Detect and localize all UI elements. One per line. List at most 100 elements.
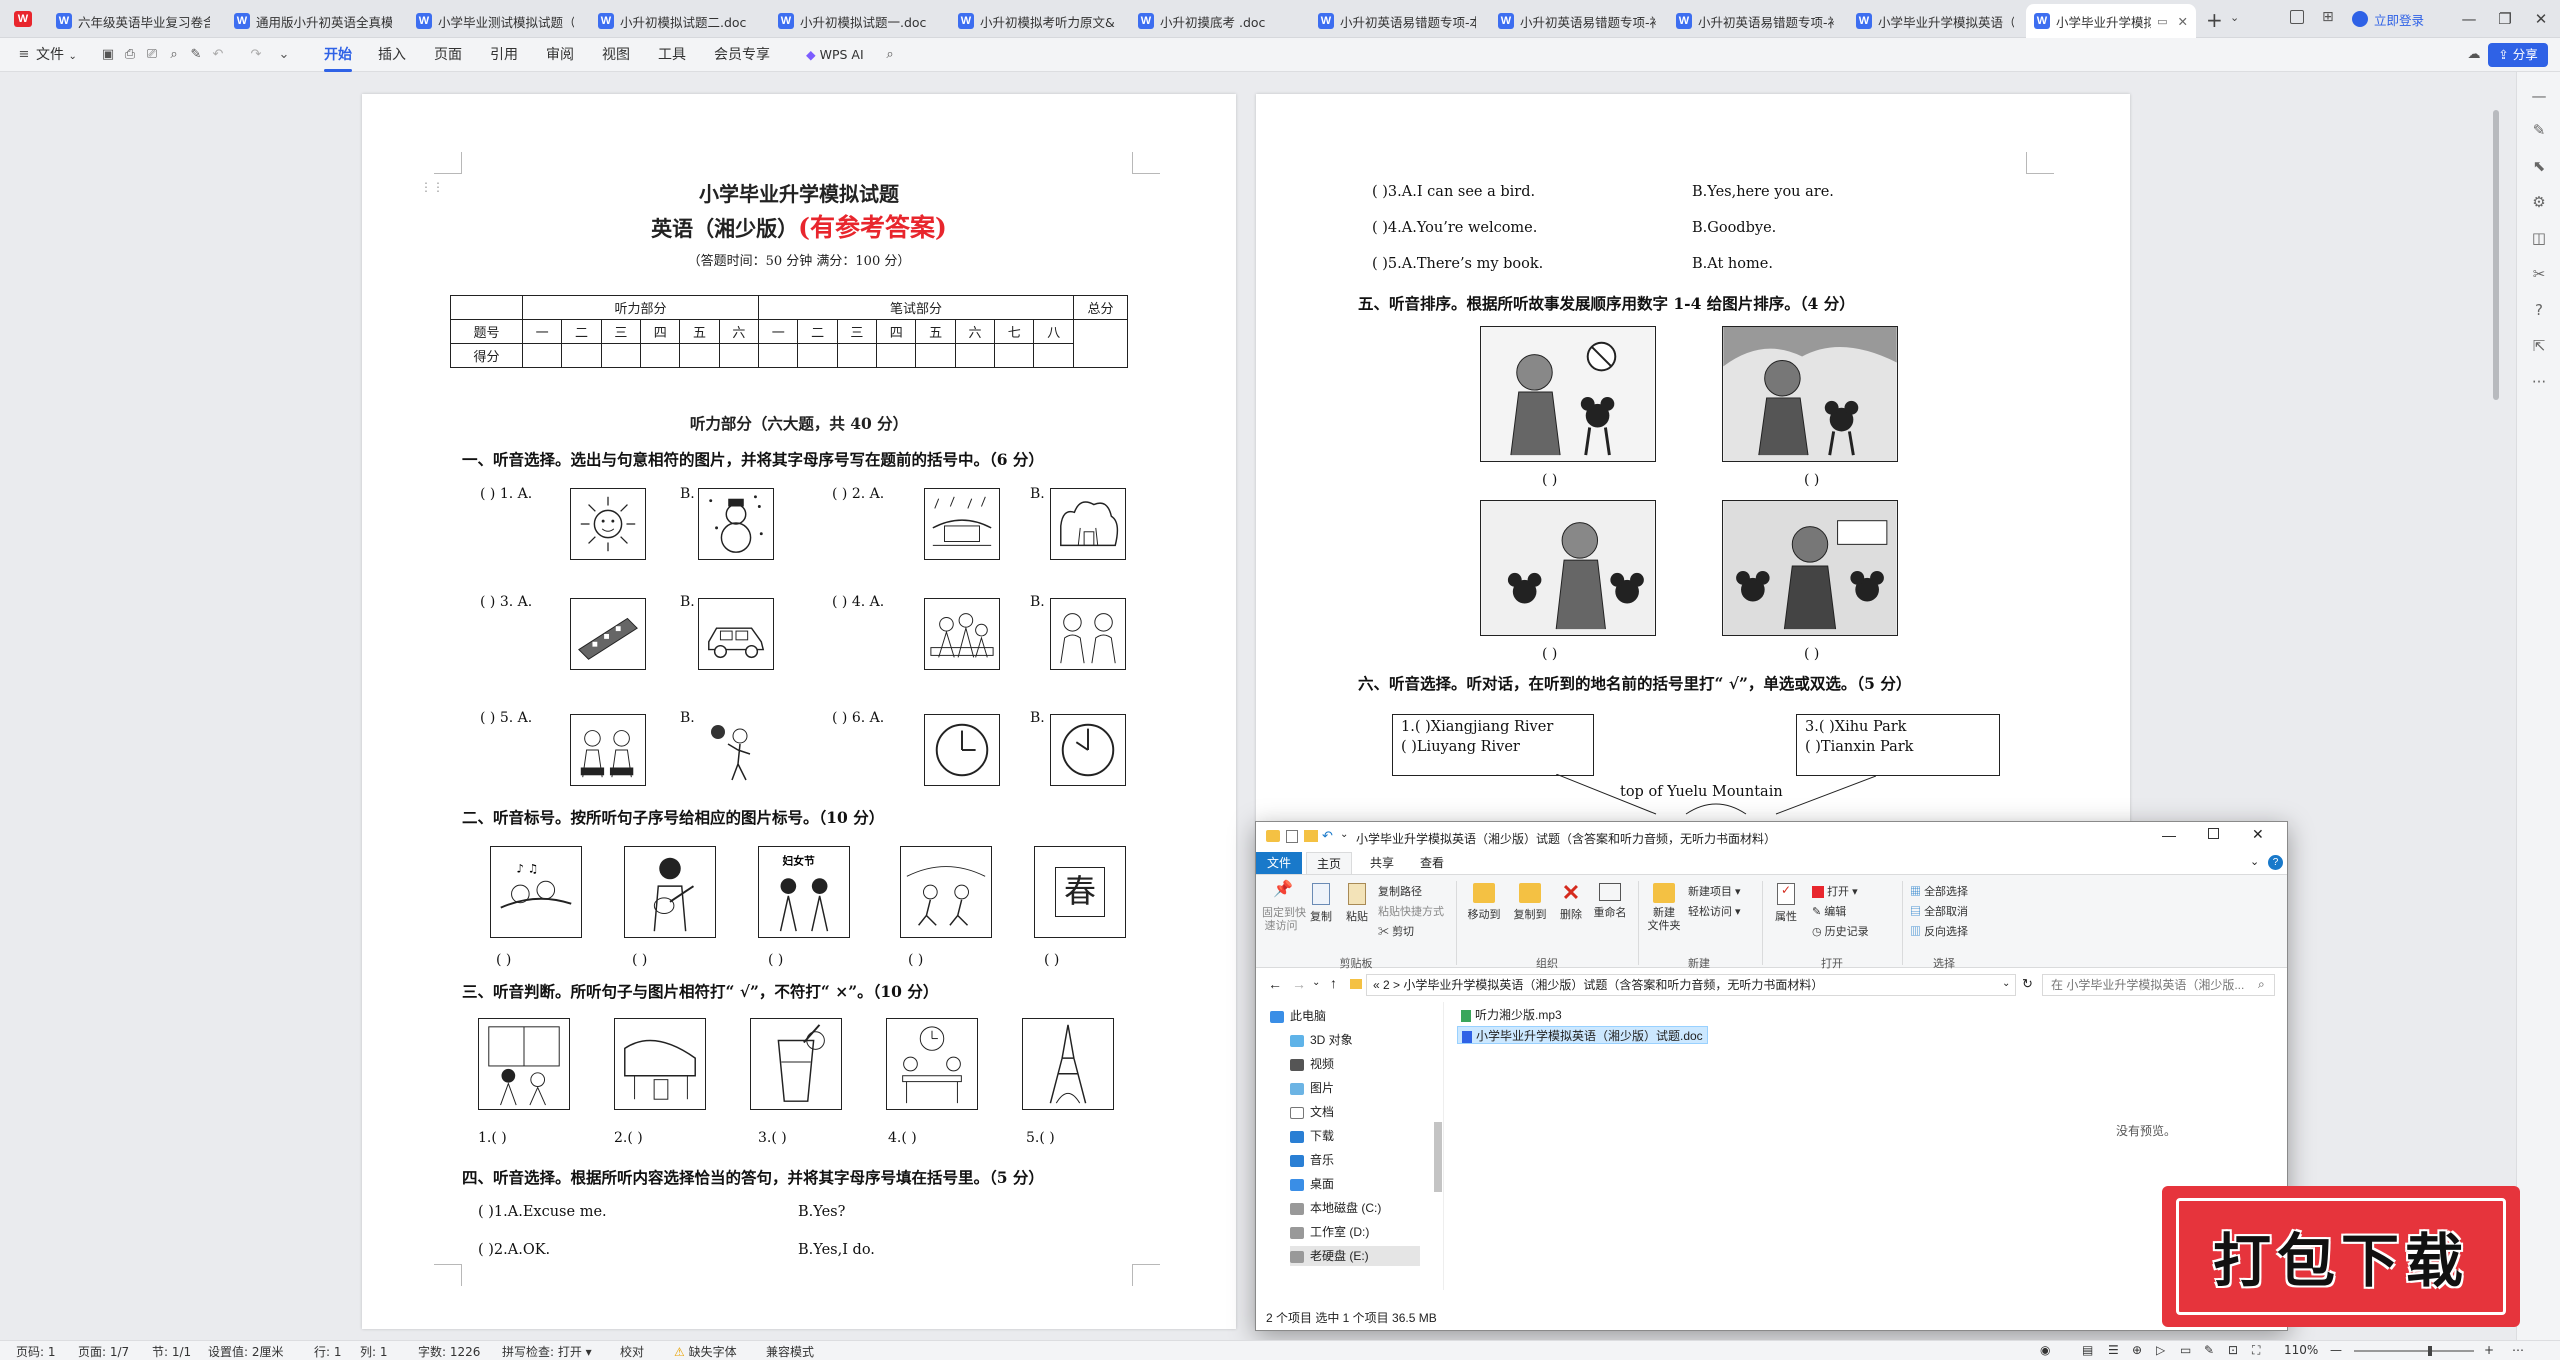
tab-list-chevron-icon[interactable]: ⌄	[2230, 11, 2239, 24]
select-icon[interactable]: ⬉	[2529, 156, 2549, 176]
page-view-icon[interactable]: ▤	[2082, 1343, 2093, 1357]
style-icon[interactable]: ◫	[2529, 228, 2549, 248]
refresh-icon[interactable]: ↻	[2022, 976, 2033, 992]
tab-doc-2[interactable]: W 通用版小升初英语全真模拟	[226, 4, 400, 38]
help-icon[interactable]: ?	[2529, 300, 2549, 320]
move-to-button[interactable]: 移动到	[1464, 883, 1504, 922]
tab-doc-8[interactable]: W 小升初英语易错题专项-本	[1310, 4, 1484, 38]
collapse-icon[interactable]: —	[2529, 86, 2549, 106]
tab-doc-5[interactable]: W 小升初模拟试题一.doc	[770, 4, 944, 38]
window-layout-icon[interactable]	[2290, 10, 2304, 24]
nav-scrollbar[interactable]	[1434, 1122, 1442, 1192]
apps-icon[interactable]: ⊞	[2322, 9, 2334, 25]
search-input[interactable]: 在 小学毕业升学模拟英语（湘少版...	[2042, 974, 2275, 996]
cloud-icon[interactable]: ☁	[2466, 47, 2482, 63]
rename-button[interactable]: 重命名	[1590, 883, 1630, 920]
more-chevron-icon[interactable]: ⌄	[276, 47, 292, 63]
file-item-mp3[interactable]: 听力湘少版.mp3	[1457, 1006, 1566, 1024]
tab-home[interactable]: 开始	[324, 44, 352, 72]
tab-page[interactable]: 页面	[434, 44, 462, 66]
print-preview-icon[interactable]: ⌕	[166, 47, 182, 63]
play-icon[interactable]: ▷	[2156, 1343, 2165, 1357]
explorer-tab-share[interactable]: 共享	[1360, 852, 1404, 874]
back-arrow-icon[interactable]: ←	[1268, 976, 1282, 992]
properties-button[interactable]: ✓ 属性	[1768, 883, 1804, 924]
explorer-close-button[interactable]: ✕	[2252, 826, 2264, 843]
fullscreen-icon[interactable]: ⛶	[2252, 1343, 2260, 1358]
status-missing-font[interactable]: ⚠ 缺失字体	[674, 1343, 737, 1360]
more-icon[interactable]: ···	[2529, 372, 2549, 392]
wps-logo[interactable]: W	[14, 11, 32, 27]
explorer-minimize-button[interactable]: —	[2162, 827, 2176, 843]
file-menu[interactable]: 文件 ⌄	[36, 44, 77, 66]
share-arrow-icon[interactable]: ⇱	[2529, 336, 2549, 356]
tab-doc-9[interactable]: W 小升初英语易错题专项-补	[1490, 4, 1664, 38]
ribbon-collapse-chevron-icon[interactable]: ⌄	[2250, 855, 2259, 868]
wps-ai-button[interactable]: ◆ WPS AI	[806, 44, 864, 66]
tab-insert[interactable]: 插入	[378, 44, 406, 66]
hamburger-menu-icon[interactable]: ≡	[16, 47, 32, 63]
search-icon[interactable]: ⌕	[2258, 977, 2265, 992]
status-words[interactable]: 字数: 1226	[418, 1343, 480, 1360]
select-all-button[interactable]: ▦ 全部选择	[1910, 883, 1968, 899]
nav-downloads[interactable]: 下载	[1290, 1126, 1334, 1146]
zoom-out-button[interactable]: —	[2330, 1343, 2342, 1357]
explorer-tab-view[interactable]: 查看	[1410, 852, 1454, 874]
status-spell[interactable]: 拼写检查: 打开 ▾	[502, 1343, 592, 1360]
pen-mode-icon[interactable]: ✎	[2204, 1343, 2214, 1357]
nav-desktop[interactable]: 桌面	[1290, 1174, 1334, 1194]
cut-button[interactable]: ✂ 剪切	[1378, 923, 1414, 939]
vertical-scrollbar[interactable]	[2493, 110, 2499, 400]
file-item-doc[interactable]: 小学毕业升学模拟英语（湘少版）试题.doc	[1457, 1026, 1708, 1044]
tab-tools[interactable]: 工具	[658, 44, 686, 66]
tab-review[interactable]: 审阅	[546, 44, 574, 66]
web-view-icon[interactable]: ⊕	[2132, 1343, 2142, 1357]
status-more-icon[interactable]: ⋯	[2512, 1343, 2524, 1357]
share-button[interactable]: ⇪ 分享	[2488, 43, 2548, 67]
copy-to-button[interactable]: 复制到	[1510, 883, 1550, 922]
select-none-button[interactable]: ▤ 全部取消	[1910, 903, 1968, 919]
status-setting[interactable]: 设置值: 2厘米	[208, 1343, 284, 1360]
up-arrow-icon[interactable]: ↑	[1330, 975, 1337, 991]
tab-doc-7[interactable]: W 小升初摸底考 .doc	[1130, 4, 1304, 38]
copy-button[interactable]: 复制	[1306, 883, 1336, 924]
nav-drive-c[interactable]: 本地磁盘 (C:)	[1290, 1198, 1381, 1218]
read-mode-icon[interactable]: ▭	[2180, 1343, 2191, 1357]
minimize-button[interactable]: —	[2454, 6, 2484, 32]
copy-path-button[interactable]: 复制路径	[1378, 883, 1422, 899]
print-icon[interactable]: ⎚	[144, 47, 160, 63]
close-button[interactable]: ✕	[2526, 6, 2556, 32]
tab-doc-active[interactable]: W 小学毕业升学模拟 ▭ ✕	[2026, 4, 2196, 38]
search-icon[interactable]: ⌕	[882, 47, 898, 63]
easy-access-button[interactable]: 轻松访问 ▾	[1688, 903, 1741, 919]
zoom-slider-thumb[interactable]	[2428, 1346, 2432, 1356]
explorer-tab-file[interactable]: 文件	[1256, 852, 1302, 874]
format-painter-icon[interactable]: ✎	[188, 47, 204, 63]
recent-chevron-icon[interactable]: ⌄	[1312, 977, 1320, 988]
nav-pictures[interactable]: 图片	[1290, 1078, 1334, 1098]
pen-icon[interactable]: ✎	[2529, 120, 2549, 140]
nav-drive-d[interactable]: 工作室 (D:)	[1290, 1222, 1369, 1242]
address-dropdown-icon[interactable]: ⌄	[2002, 978, 2010, 989]
export-pdf-icon[interactable]: ⎙	[122, 47, 138, 63]
tab-doc-3[interactable]: W 小学毕业测试模拟试题（	[408, 4, 582, 38]
tab-doc-10[interactable]: W 小升初英语易错题专项-补	[1668, 4, 1842, 38]
nav-this-pc[interactable]: 此电脑	[1270, 1006, 1326, 1026]
invert-selection-button[interactable]: ▥ 反向选择	[1910, 923, 1968, 939]
nav-3d-objects[interactable]: 3D 对象	[1290, 1030, 1353, 1050]
eye-protection-icon[interactable]: ◉	[2040, 1343, 2050, 1357]
redo-icon[interactable]: ↷	[248, 47, 264, 63]
new-tab-button[interactable]: +	[2206, 8, 2223, 32]
explorer-maximize-button[interactable]	[2208, 828, 2219, 839]
nav-drive-e[interactable]: 老硬盘 (E:)	[1290, 1246, 1420, 1266]
edit-button[interactable]: ✎ 编辑	[1812, 903, 1846, 919]
history-button[interactable]: ◷ 历史记录	[1812, 923, 1869, 939]
tab-member[interactable]: 会员专享	[714, 44, 770, 66]
explorer-tab-home[interactable]: 主页	[1306, 852, 1353, 874]
tab-view[interactable]: 视图	[602, 44, 630, 66]
tab-doc-1[interactable]: W六年级英语毕业复习卷含答案	[48, 4, 218, 38]
fit-icon[interactable]: ⊡	[2228, 1343, 2238, 1357]
quick-access-chevron-icon[interactable]: ⌄	[1340, 829, 1348, 840]
tab-reference[interactable]: 引用	[490, 44, 518, 66]
close-tab-icon[interactable]: ✕	[2178, 14, 2188, 29]
